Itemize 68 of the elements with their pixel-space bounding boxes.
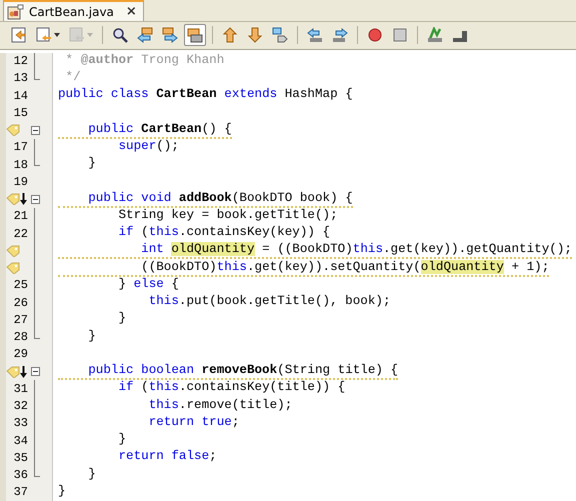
source-icon — [11, 27, 27, 44]
code-line: public boolean removeBook(String title) { — [58, 363, 398, 380]
line-number: 19 — [12, 174, 28, 189]
search-icon — [112, 27, 128, 44]
shapes-icon — [272, 27, 288, 44]
code-line: ((BookDTO)this.get(key)).setQuantity(oldQuantity + 1); — [58, 260, 550, 277]
code-line: public void addBook(BookDTO book) { — [58, 190, 353, 208]
up-arrow-icon — [222, 27, 238, 44]
line-number: 29 — [12, 347, 28, 362]
line-number: 37 — [12, 485, 28, 500]
line-number: 36 — [12, 468, 28, 482]
line-number: 14 — [12, 88, 28, 103]
tab-title: CartBean.java — [29, 4, 114, 19]
code-line: } — [117, 432, 126, 448]
code-line: } — [58, 484, 66, 500]
down-arrow-icon — [247, 27, 263, 44]
fold-toggle[interactable] — [30, 367, 40, 376]
code-line: } — [87, 328, 96, 345]
code-line: this.put(book.getTitle(), book); — [148, 294, 391, 310]
close-button[interactable]: × — [126, 4, 137, 20]
line-number: 33 — [12, 416, 28, 430]
line-number: 25 — [12, 278, 28, 292]
line-number: 15 — [12, 106, 28, 120]
file-tab[interactable]: CartBean.java × — [3, 0, 144, 22]
code-line: public class CartBean extends HashMap { — [58, 87, 353, 104]
code-line: } else { — [117, 276, 179, 293]
record-icon — [367, 27, 383, 44]
line-number: 17 — [12, 140, 28, 154]
code-line: * @author Trong Khanh — [64, 52, 224, 69]
line-number: 22 — [12, 226, 28, 241]
line-number: 35 — [12, 450, 28, 465]
line-number: 34 — [12, 434, 28, 448]
shift-right-icon — [332, 27, 348, 44]
caret-icon — [87, 33, 93, 38]
code-line: return true; — [148, 414, 240, 431]
code-line: return false; — [117, 449, 217, 466]
line-number: 21 — [12, 209, 28, 224]
code-line: String key = book.getTitle(); — [117, 208, 338, 224]
line-number: 27 — [12, 312, 28, 327]
find-previous-icon — [137, 27, 153, 44]
line-number: 26 — [12, 296, 28, 310]
stop-icon — [392, 27, 408, 44]
shift-left-icon — [307, 27, 323, 44]
code-line: if (this.containsKey(title)) { — [117, 380, 346, 396]
code-line: } — [117, 311, 126, 328]
caret-icon — [54, 33, 60, 38]
line-number: 12 — [12, 54, 28, 68]
fold-toggle[interactable] — [30, 126, 40, 135]
history-icon — [36, 27, 52, 44]
line-number: 13 — [12, 71, 28, 86]
line-number: 18 — [12, 158, 28, 172]
code-line: */ — [64, 70, 81, 86]
line-number: 31 — [12, 382, 28, 396]
file-icon — [7, 4, 25, 20]
code-line: } — [87, 466, 96, 483]
line-number: 28 — [12, 330, 28, 344]
code-line: this.remove(title); — [148, 398, 292, 414]
highlight-button[interactable] — [184, 24, 206, 46]
code-line: public CartBean() { — [58, 122, 232, 139]
code-line: super(); — [117, 138, 179, 155]
find-next-icon — [162, 27, 178, 44]
line-number: 32 — [12, 399, 28, 414]
code-line: int oldQuantity = ((BookDTO)this.get(key)).getQuantity(); — [58, 242, 572, 260]
highlight-icon — [187, 27, 203, 44]
code-line: } — [87, 156, 96, 172]
fold-toggle[interactable] — [30, 194, 40, 204]
history-icon — [69, 27, 85, 44]
code-line: if (this.containsKey(key)) { — [117, 225, 330, 242]
